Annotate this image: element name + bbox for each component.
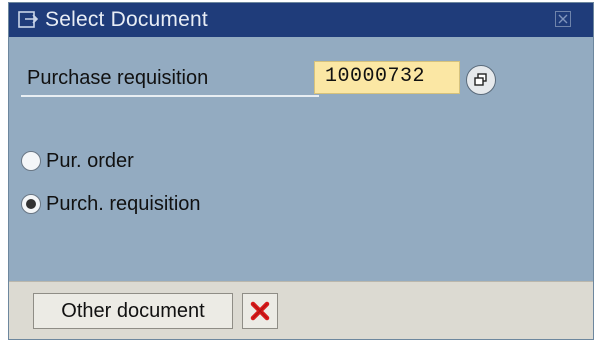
- document-select-icon: [17, 9, 39, 31]
- other-document-button[interactable]: Other document: [33, 293, 233, 329]
- close-icon[interactable]: [555, 11, 571, 27]
- purchase-requisition-label: Purchase requisition: [27, 67, 209, 89]
- label-underline: [21, 95, 319, 97]
- radio-button-selected[interactable]: [21, 194, 41, 214]
- window-title: Select Document: [45, 8, 208, 31]
- button-bar: Other document: [9, 281, 593, 339]
- radio-option-purch-requisition[interactable]: Purch. requisition: [21, 189, 201, 219]
- radio-option-pur-order[interactable]: Pur. order: [21, 146, 134, 176]
- cancel-x-icon: [250, 301, 270, 321]
- radio-label-purch-requisition: Purch. requisition: [46, 192, 201, 215]
- cancel-button[interactable]: [242, 293, 278, 329]
- select-document-dialog: Select Document Purchase requisition 100…: [9, 3, 593, 339]
- purchase-requisition-row: Purchase requisition 10000732: [21, 61, 501, 101]
- radio-dot: [26, 199, 36, 209]
- title-bar[interactable]: Select Document: [9, 3, 593, 37]
- radio-button-unselected[interactable]: [21, 151, 41, 171]
- radio-label-pur-order: Pur. order: [46, 149, 134, 172]
- purchase-requisition-input[interactable]: 10000732: [314, 61, 460, 94]
- possible-entries-icon[interactable]: [466, 65, 496, 95]
